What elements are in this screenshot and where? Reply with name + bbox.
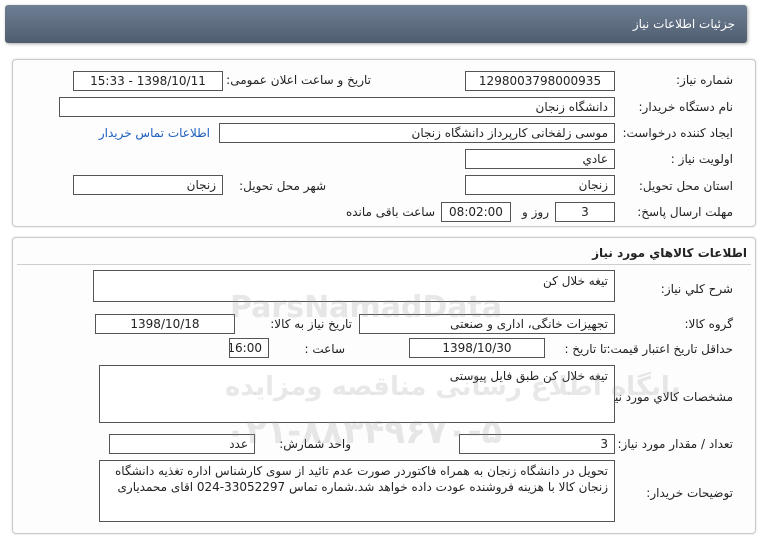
- unit-field: عدد: [109, 434, 255, 454]
- buyer-org-field: دانشگاه زنجان: [59, 97, 615, 117]
- remaining-label: ساعت باقی مانده: [345, 205, 435, 219]
- priority-label: اولویت نیاز :: [670, 152, 733, 166]
- need-info-panel: شماره نیاز: 1298003798000935 تاریخ و ساع…: [12, 59, 756, 227]
- group-label: گروه کالا:: [684, 317, 734, 331]
- goods-panel: اطلاعات کالاهاي مورد نياز شرح کلي نياز: …: [12, 237, 756, 534]
- deadline-time-field: 08:02:00: [441, 202, 511, 222]
- to-date-field: 1398/10/30: [409, 338, 545, 358]
- need-number-field: 1298003798000935: [465, 71, 615, 91]
- min-price-date-label: حداقل تاریخ اعتبار قیمت:: [606, 342, 733, 356]
- days-and-label: روز و: [522, 205, 549, 219]
- province-field: زنجان: [465, 175, 615, 195]
- qty-field: 3: [459, 434, 615, 454]
- summary-label: شرح کلي نياز:: [660, 282, 733, 296]
- specs-label: مشخصات کالاي مورد نياز:: [601, 390, 733, 404]
- creator-field: موسی زلفخانی کارپرداز دانشگاه زنجان: [219, 123, 615, 143]
- city-field: زنجان: [73, 175, 223, 195]
- province-label: استان محل تحویل:: [638, 179, 733, 193]
- need-number-label: شماره نیاز:: [676, 73, 733, 87]
- deadline-label: مهلت ارسال پاسخ:: [637, 205, 733, 219]
- qty-label: تعداد / مقدار مورد نیاز:: [617, 437, 733, 451]
- city-label: شهر محل تحویل:: [239, 179, 326, 193]
- page-title: جزئیات اطلاعات نیاز: [632, 17, 735, 31]
- deadline-days-field: 3: [555, 202, 615, 222]
- buyer-contact-link[interactable]: اطلاعات تماس خریدار: [99, 126, 210, 140]
- notes-field: تحویل در دانشگاه زنجان به همراه فاکتوردر…: [99, 460, 615, 522]
- announce-label: تاریخ و ساعت اعلان عمومی:: [226, 73, 371, 87]
- need-date-field: 1398/10/18: [95, 314, 235, 334]
- section-divider: [17, 264, 751, 265]
- summary-field: تیغه خلال کن: [93, 270, 615, 302]
- buyer-org-label: نام دستگاه خریدار:: [638, 100, 734, 114]
- priority-field: عادي: [465, 149, 615, 169]
- specs-field: تیغه خلال کن طبق فایل پیوستی: [99, 365, 615, 423]
- goods-section-title: اطلاعات کالاهاي مورد نياز: [592, 246, 747, 260]
- need-date-label: تاریخ نیاز به کالا:: [270, 317, 352, 331]
- creator-label: ایجاد کننده درخواست:: [622, 126, 733, 140]
- page-header: جزئیات اطلاعات نیاز: [5, 5, 747, 43]
- announce-field: 1398/10/11 - 15:33: [73, 71, 223, 91]
- unit-label: واحد شمارش:: [279, 437, 351, 451]
- time-field: 16:00: [229, 338, 269, 358]
- to-date-label: تا تاریخ :: [564, 342, 607, 356]
- notes-label: توضیحات خریدار:: [646, 486, 733, 500]
- time-label: ساعت :: [304, 342, 345, 356]
- group-field: تجهیزات خانگی، اداری و صنعتی: [359, 314, 615, 334]
